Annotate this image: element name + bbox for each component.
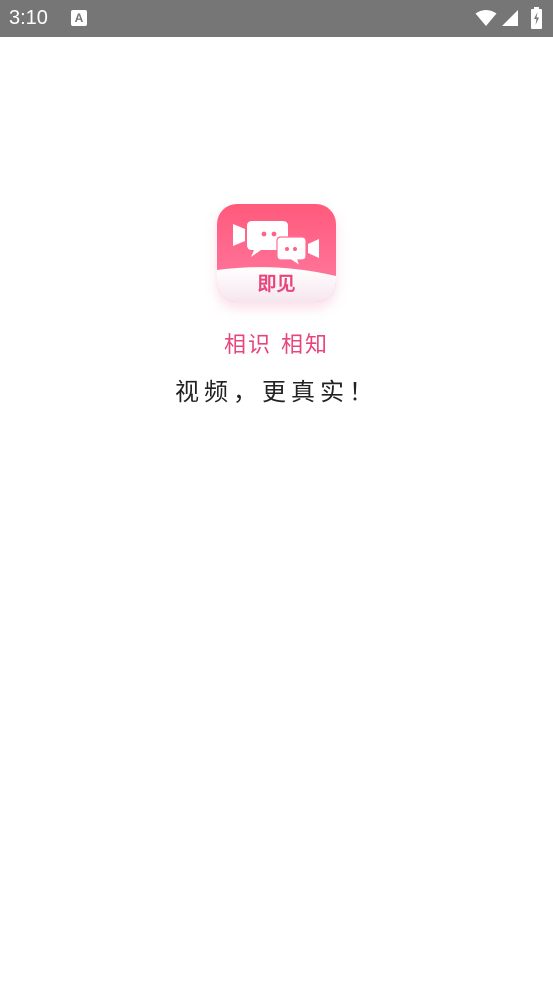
splash-screen: 即见 相识 相知 视频，更真实！ — [0, 37, 553, 984]
battery-charging-icon — [531, 7, 542, 29]
slogan-secondary: 视频，更真实！ — [175, 378, 378, 406]
status-bar: 3:10 A — [0, 0, 553, 37]
slogan-primary: 相识 相知 — [224, 333, 329, 358]
notification-a-icon: A — [71, 10, 87, 26]
status-time: 3:10 — [9, 7, 48, 29]
signal-icon — [502, 10, 518, 26]
app-logo-text: 即见 — [257, 273, 296, 295]
wifi-icon — [475, 10, 497, 26]
